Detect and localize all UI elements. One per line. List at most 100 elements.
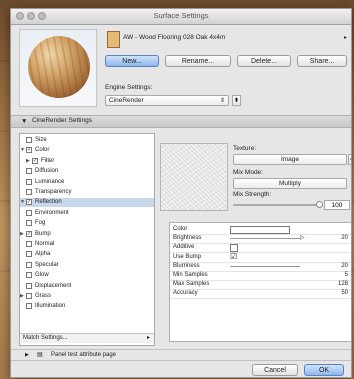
channel-item[interactable]: Environment [20, 209, 154, 218]
disclosure-right-icon[interactable]: ▶ [26, 157, 30, 166]
engine-settings-label: Engine Settings: [105, 84, 153, 91]
channel-item[interactable]: Luminance [20, 178, 154, 187]
channel-item[interactable]: ▶ Grass [20, 292, 154, 301]
property-value[interactable]: 5 [345, 271, 348, 280]
channel-item[interactable]: Size [20, 136, 154, 145]
channel-checkbox[interactable] [26, 303, 32, 310]
engine-options-icon[interactable]: ▮ [232, 95, 241, 106]
channel-checkbox[interactable]: ✓ [26, 230, 32, 237]
property-name: Brightness [173, 235, 202, 242]
channel-checkbox[interactable] [26, 241, 32, 247]
folder-icon[interactable]: ▬ [348, 154, 351, 165]
property-name: Color [173, 226, 188, 232]
match-settings-select[interactable]: Match Settings... ▸ [20, 333, 154, 343]
channel-label: Diffusion [35, 168, 59, 175]
channel-checkbox[interactable] [26, 282, 32, 289]
texture-type-select[interactable]: Image [233, 154, 347, 165]
channel-checkbox[interactable]: ✓ [32, 157, 38, 164]
delete-button[interactable]: Delete... [237, 55, 291, 67]
channel-checkbox[interactable]: ✓ [26, 199, 32, 206]
mix-strength-field[interactable]: 100 [324, 200, 350, 210]
channel-checkbox[interactable] [26, 178, 32, 185]
channel-checkbox[interactable]: ✓ [26, 147, 32, 154]
channel-checkbox[interactable] [26, 293, 32, 299]
panel-icon: ▤ [37, 352, 43, 358]
cinerender-settings-header[interactable]: ▼ CineRender Settings [11, 115, 351, 128]
updown-chevron-icon: ⇕ [219, 98, 225, 104]
disclosure-down-icon[interactable]: ▼ [20, 198, 25, 207]
new-button[interactable]: New... [105, 55, 159, 67]
channel-item[interactable]: Transparency [20, 188, 154, 197]
channel-label: Displacement [35, 282, 72, 289]
channel-checkbox[interactable] [26, 261, 32, 268]
material-preview [19, 29, 97, 107]
channel-item[interactable]: Displacement [20, 282, 154, 291]
mix-strength-slider[interactable] [316, 201, 323, 208]
property-value[interactable]: 20 [341, 234, 348, 243]
property-slider-track[interactable] [230, 265, 300, 267]
material-name[interactable]: AW - Wood Flooring 028 Oak 4x4m [123, 34, 225, 41]
channel-label: Luminance [35, 178, 65, 185]
property-value[interactable]: 50 [341, 289, 348, 298]
channel-label: Reflection [35, 199, 62, 206]
channel-checkbox[interactable] [26, 189, 32, 195]
mix-mode-select[interactable]: Multiply [233, 178, 347, 189]
channel-item[interactable]: Fog [20, 219, 154, 228]
channel-checkbox[interactable] [26, 251, 32, 258]
channel-label: Glow [35, 272, 49, 279]
channel-item[interactable]: Diffusion [20, 167, 154, 176]
disclosure-down-icon[interactable]: ▼ [20, 146, 25, 155]
property-name: Max Samples [173, 281, 210, 288]
rename-button[interactable]: Rename... [165, 55, 231, 67]
disclosure-right-icon[interactable]: ▶ [20, 292, 24, 301]
property-name: Use Bump [173, 253, 202, 260]
channel-checkbox[interactable] [26, 137, 32, 143]
engine-select[interactable]: CineRender ⇕ [105, 95, 229, 106]
channel-item[interactable]: Glow [20, 271, 154, 280]
color-swatch[interactable] [230, 226, 290, 234]
channel-checkbox[interactable] [26, 220, 32, 227]
channel-item[interactable]: Alpha [20, 250, 154, 259]
channel-list[interactable]: Size ▼ ✓ Color ▶ ✓ Filter Diffusion Luminance Tra… [19, 133, 155, 346]
property-name: Additive [173, 244, 195, 251]
use-bump-checkbox[interactable]: ☑ [230, 252, 237, 260]
cancel-button[interactable]: Cancel [252, 364, 298, 376]
material-swatch[interactable] [107, 31, 120, 48]
property-name: Accuracy [173, 290, 198, 297]
channel-checkbox[interactable] [26, 168, 32, 175]
property-value[interactable]: 128 [338, 280, 348, 289]
channel-item[interactable]: Normal [20, 240, 154, 249]
section-title: CineRender Settings [32, 117, 92, 124]
channel-label: Fog [35, 220, 46, 227]
mix-strength-track[interactable] [233, 204, 319, 206]
texture-label: Texture: [233, 145, 257, 152]
channel-item[interactable]: Specular [20, 261, 154, 270]
texture-preview[interactable] [160, 143, 228, 211]
share-button[interactable]: Share... [297, 55, 347, 67]
channel-checkbox[interactable] [26, 209, 32, 216]
disclosure-right-icon[interactable]: ▶ [25, 352, 29, 358]
window-title: Surface Settings [153, 11, 209, 20]
channel-label: Grass [35, 293, 52, 299]
material-menu-arrow-icon[interactable]: ▸ [344, 34, 347, 41]
engine-select-value: CineRender [109, 97, 144, 104]
property-row: Accuracy 50 [170, 289, 351, 300]
match-settings-label: Match Settings... [23, 335, 68, 341]
property-value[interactable]: 20 [341, 262, 348, 271]
menu-arrow-icon: ▸ [146, 335, 150, 341]
channel-item[interactable]: ▶ ✓ Bump [20, 230, 154, 239]
property-slider-track[interactable] [230, 238, 300, 240]
ok-button[interactable]: OK [304, 364, 344, 376]
channel-item[interactable]: Illumination [20, 302, 154, 311]
slider-knob-icon[interactable]: ▷ [300, 234, 305, 243]
disclosure-down-icon[interactable]: ▼ [21, 118, 27, 125]
channel-item[interactable]: ▼ ✓ Reflection [20, 198, 154, 208]
channel-label: Size [35, 137, 47, 143]
panel-test-label: Panel test attribute page [51, 352, 117, 358]
channel-label: Transparency [35, 189, 72, 195]
channel-item[interactable]: ▶ ✓ Filter [20, 157, 154, 166]
channel-checkbox[interactable] [26, 272, 32, 279]
disclosure-right-icon[interactable]: ▶ [20, 230, 24, 239]
channel-item[interactable]: ▼ ✓ Color [20, 146, 154, 155]
channel-label: Filter [41, 157, 55, 164]
